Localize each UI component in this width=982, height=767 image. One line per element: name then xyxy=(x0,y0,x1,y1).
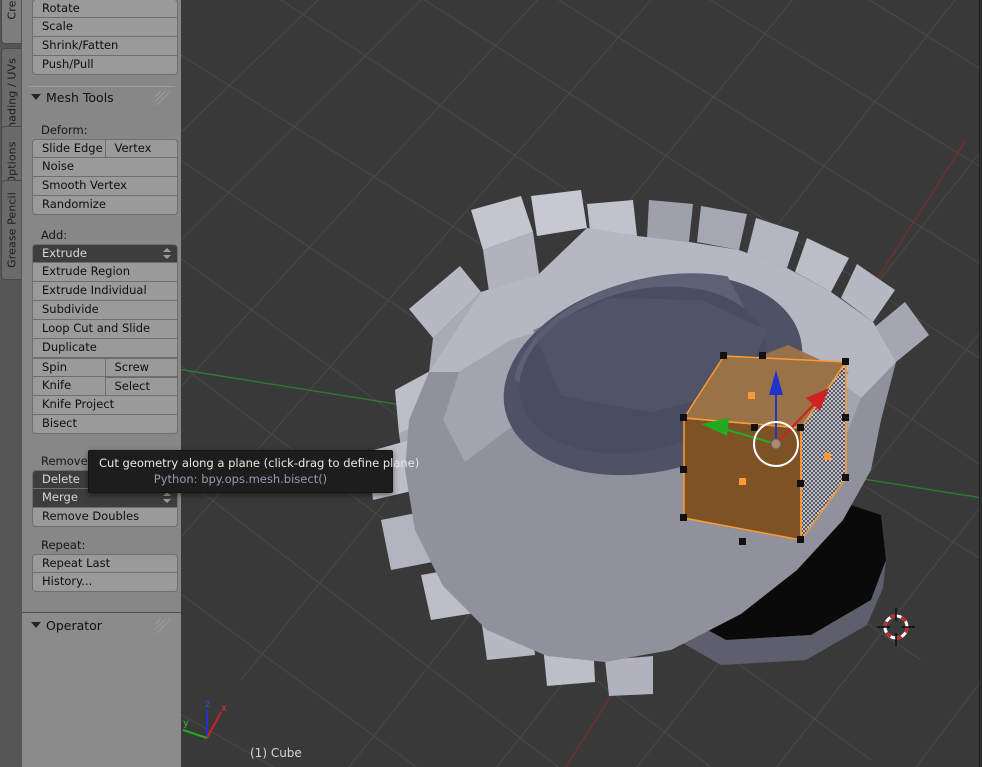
collapse-triangle-icon xyxy=(31,622,41,628)
push-pull-button[interactable]: Push/Pull xyxy=(32,56,178,75)
subdivide-button[interactable]: Subdivide xyxy=(32,301,178,320)
spin-button[interactable]: Spin xyxy=(32,358,106,377)
tooltip-python-line: Python: bpy.ops.mesh.bisect() xyxy=(153,472,328,486)
add-section-label: Add: xyxy=(41,228,68,242)
remove-section-label: Remove: xyxy=(41,454,92,468)
history-button[interactable]: History... xyxy=(32,573,178,592)
select-button[interactable]: Select xyxy=(105,377,178,396)
bisect-tooltip: Cut geometry along a plane (click-drag t… xyxy=(88,450,420,493)
knife-project-button[interactable]: Knife Project xyxy=(32,396,178,415)
extrude-individual-button[interactable]: Extrude Individual xyxy=(32,282,178,301)
tab-grease-pencil-label: Grease Pencil xyxy=(5,192,18,268)
mesh-tools-title: Mesh Tools xyxy=(46,90,114,105)
slide-edge-button[interactable]: Slide Edge xyxy=(32,139,106,158)
tab-create-label: Create xyxy=(5,0,18,20)
operator-title: Operator xyxy=(46,618,102,633)
randomize-button[interactable]: Randomize xyxy=(32,196,178,215)
collapse-triangle-icon xyxy=(31,94,41,100)
knife-button[interactable]: Knife xyxy=(32,377,106,396)
mesh-tools-panel-header[interactable]: Mesh Tools xyxy=(22,88,181,108)
3d-viewport[interactable]: z y x (1) Cube xyxy=(181,0,982,767)
extrude-dropdown-value: Extrude xyxy=(42,246,87,260)
tab-options-label: Options xyxy=(5,141,18,185)
tooltip-description: Cut geometry along a plane (click-drag t… xyxy=(99,456,420,470)
duplicate-button[interactable]: Duplicate xyxy=(32,339,178,358)
axis-gizmo-z-label: z xyxy=(205,699,210,710)
delete-dropdown-value: Delete xyxy=(42,472,80,486)
scale-button[interactable]: Scale xyxy=(32,18,178,37)
remove-doubles-button[interactable]: Remove Doubles xyxy=(32,508,178,527)
tab-create[interactable]: Create xyxy=(1,0,21,44)
deform-section-label: Deform: xyxy=(41,123,88,137)
noise-button[interactable]: Noise xyxy=(32,158,178,177)
operator-region: Operator xyxy=(22,612,181,767)
viewport-status-text: (1) Cube xyxy=(250,746,302,760)
operator-panel-header[interactable]: Operator xyxy=(22,616,181,636)
loop-cut-and-slide-button[interactable]: Loop Cut and Slide xyxy=(32,320,178,339)
screw-button[interactable]: Screw xyxy=(105,358,178,377)
tab-grease-pencil[interactable]: Grease Pencil xyxy=(1,180,21,280)
grip-icon xyxy=(153,619,175,633)
add-button-group: Extrude Extrude Region Extrude Individua… xyxy=(32,244,178,434)
smooth-vertex-button[interactable]: Smooth Vertex xyxy=(32,177,178,196)
vertex-button[interactable]: Vertex xyxy=(105,139,178,158)
repeat-button-group: Repeat Last History... xyxy=(32,554,178,592)
extrude-dropdown[interactable]: Extrude xyxy=(32,244,178,263)
extrude-region-button[interactable]: Extrude Region xyxy=(32,263,178,282)
sidebar-tabstrip: Create Shading / UVs Options Grease Penc… xyxy=(0,0,22,767)
axis-gizmo-y-label: y xyxy=(183,718,189,729)
grip-icon xyxy=(153,91,175,105)
panel-divider xyxy=(28,86,175,87)
viewport-canvas: z y x xyxy=(181,0,982,767)
transform-button-group: Rotate Scale Shrink/Fatten Push/Pull xyxy=(32,0,178,75)
spinner-arrows-icon[interactable] xyxy=(163,246,172,261)
bisect-button[interactable]: Bisect xyxy=(32,415,178,434)
blender-window: Create Shading / UVs Options Grease Penc… xyxy=(0,0,982,767)
repeat-last-button[interactable]: Repeat Last xyxy=(32,554,178,573)
repeat-section-label: Repeat: xyxy=(41,538,86,552)
merge-dropdown-value: Merge xyxy=(42,490,78,504)
axis-gizmo-x-label: x xyxy=(221,703,227,714)
tab-shading-uvs-label: Shading / UVs xyxy=(5,58,18,136)
deform-button-group: Slide Edge Vertex Noise Smooth Vertex Ra… xyxy=(32,139,178,215)
shrink-fatten-button[interactable]: Shrink/Fatten xyxy=(32,37,178,56)
rotate-button[interactable]: Rotate xyxy=(32,0,178,18)
